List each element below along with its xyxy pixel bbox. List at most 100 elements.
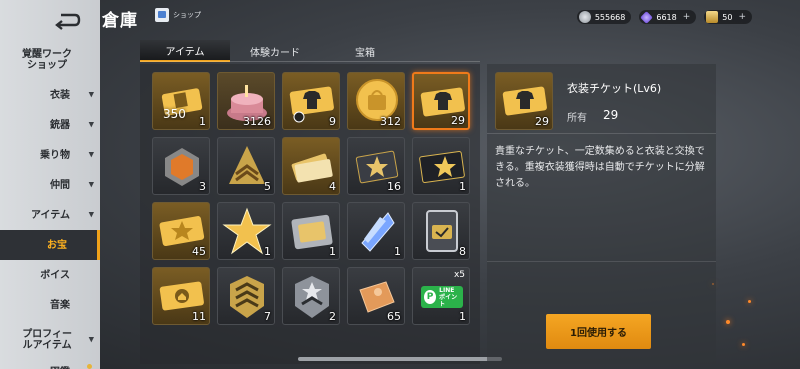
sidebar-item-label: ボイス — [40, 269, 70, 281]
sidebar-item-label: プロフィー ルアイテム — [22, 329, 72, 351]
inventory-item[interactable]: 1 — [347, 202, 405, 260]
sidebar-item-items[interactable]: アイテム ▼ — [0, 200, 100, 230]
inventory-item[interactable]: 5 — [217, 137, 275, 195]
shop-link[interactable]: ショップ — [155, 8, 201, 22]
sidebar-item-label: 音楽 — [50, 299, 70, 311]
inventory-item[interactable]: 1 — [412, 137, 470, 195]
shop-icon — [155, 8, 169, 22]
inventory-item[interactable]: 1 — [217, 202, 275, 260]
ticket-icon — [706, 11, 719, 23]
inventory-item-selected[interactable]: 29 — [412, 72, 470, 130]
currency-silver: 555668 — [576, 10, 632, 24]
add-ticket-icon[interactable]: + — [738, 12, 746, 22]
ember-particle — [726, 320, 730, 324]
silver-coin-icon — [578, 11, 591, 23]
tab-bar: アイテム 体験カード 宝箱 — [140, 40, 410, 62]
sidebar-item-awakening-shop[interactable]: 覚醒ワーク ショップ — [0, 40, 100, 80]
item-count: 29 — [535, 115, 549, 128]
add-gem-icon[interactable]: + — [683, 12, 691, 22]
inventory-item[interactable]: 350 1 — [152, 72, 210, 130]
item-count: 2 — [329, 310, 336, 323]
item-count: 11 — [192, 310, 206, 323]
currency-gem: 6618 + — [639, 10, 697, 24]
sidebar-item-music[interactable]: 音楽 — [0, 290, 100, 320]
currency-value: 6618 — [656, 12, 677, 22]
tab-treasure-box[interactable]: 宝箱 — [320, 40, 410, 62]
item-count: 8 — [459, 245, 466, 258]
item-count: 4 — [329, 180, 336, 193]
sidebar-item-label: 乗り物 — [40, 149, 70, 161]
item-count: 3126 — [243, 115, 271, 128]
item-description: 貴重なチケット、一定数集めると衣装と交換できる。重複衣装獲得時は自動でチケットに… — [495, 146, 705, 189]
item-count: 1 — [459, 180, 466, 193]
inventory-item[interactable]: 7 — [217, 267, 275, 325]
detail-thumbnail: 29 — [495, 72, 553, 130]
inventory-item[interactable]: 8 — [412, 202, 470, 260]
inventory-item[interactable]: 312 — [347, 72, 405, 130]
sidebar-item-guns[interactable]: 銃器 ▼ — [0, 110, 100, 140]
inventory-item[interactable]: 16 — [347, 137, 405, 195]
sidebar-item-treasure[interactable]: お宝 — [0, 230, 100, 260]
chevron-down-icon: ▼ — [88, 335, 94, 344]
inventory-item[interactable]: 65 — [347, 267, 405, 325]
item-count: 9 — [329, 115, 336, 128]
gem-icon — [640, 10, 654, 24]
description-divider — [487, 261, 716, 262]
item-name: 衣装チケット(Lv6) — [567, 82, 662, 95]
sidebar-item-costume[interactable]: 衣装 ▼ — [0, 80, 100, 110]
sidebar-list: 覚醒ワーク ショップ 衣装 ▼ 銃器 ▼ 乗り物 ▼ 仲間 ▼ アイテム ▼ お宝… — [0, 40, 100, 369]
tab-items[interactable]: アイテム — [140, 40, 230, 62]
sidebar-item-label: 仲間 — [50, 179, 70, 191]
item-count: 1 — [199, 115, 206, 128]
inventory-item[interactable]: 3 — [152, 137, 210, 195]
sidebar-item-label: アイテム — [31, 209, 70, 221]
currency-bar: 555668 6618 + 50 + — [576, 10, 752, 24]
item-count: 45 — [192, 245, 206, 258]
item-count: 1 — [459, 310, 466, 323]
inventory-item[interactable]: 45 — [152, 202, 210, 260]
inventory-item[interactable]: 1 — [282, 202, 340, 260]
inventory-item[interactable]: 11 — [152, 267, 210, 325]
page-title: 倉庫 — [102, 11, 138, 31]
back-button[interactable] — [52, 10, 82, 32]
sidebar-item-profile-items[interactable]: プロフィー ルアイテム ▼ — [0, 320, 100, 360]
multiplier-badge: x5 — [453, 270, 465, 280]
inventory-item[interactable]: 3126 — [217, 72, 275, 130]
inventory-item[interactable]: 4 — [282, 137, 340, 195]
currency-ticket: 50 + — [704, 10, 752, 24]
tab-divider — [140, 61, 480, 62]
item-detail-panel: 29 衣装チケット(Lv6) 所有 29 貴重なチケット、一定数集めると衣装と交… — [487, 64, 716, 364]
shop-label: ショップ — [173, 11, 201, 19]
chevron-down-icon: ▼ — [88, 150, 94, 159]
ember-particle — [748, 300, 751, 303]
inventory-item[interactable]: x5 P LINE ポイント 1 — [412, 267, 470, 325]
item-count: 65 — [387, 310, 401, 323]
chevron-down-icon: ▼ — [88, 120, 94, 129]
sidebar-item-label: お宝 — [47, 239, 67, 251]
item-count: 7 — [264, 310, 271, 323]
sidebar-item-voice[interactable]: ボイス — [0, 260, 100, 290]
ember-particle — [742, 343, 745, 346]
chevron-down-icon: ▼ — [88, 210, 94, 219]
inventory-grid: 350 1 3126 9 312 29 3 5 4 16 1 45 1 1 1 … — [140, 64, 480, 364]
item-count: 16 — [387, 180, 401, 193]
line-points-icon: P LINE ポイント — [421, 286, 463, 308]
item-count: 312 — [380, 115, 401, 128]
inventory-item[interactable]: 9 — [282, 72, 340, 130]
use-once-button[interactable]: 1回使用する — [546, 314, 651, 349]
item-count: 5 — [264, 180, 271, 193]
sidebar-item-encyclopedia[interactable]: 図鑑 — [0, 360, 100, 369]
inventory-item[interactable]: 2 — [282, 267, 340, 325]
item-count: 1 — [394, 245, 401, 258]
grid-scrollbar[interactable] — [298, 357, 502, 361]
chevron-down-icon: ▼ — [88, 90, 94, 99]
sidebar-item-label: 銃器 — [50, 119, 70, 131]
sidebar-item-vehicles[interactable]: 乗り物 ▼ — [0, 140, 100, 170]
sidebar: 覚醒ワーク ショップ 衣装 ▼ 銃器 ▼ 乗り物 ▼ 仲間 ▼ アイテム ▼ お宝… — [0, 0, 100, 369]
currency-value: 555668 — [594, 12, 626, 22]
currency-value: 50 — [722, 12, 733, 22]
item-count: 29 — [451, 114, 465, 127]
sidebar-item-companions[interactable]: 仲間 ▼ — [0, 170, 100, 200]
tab-trial-cards[interactable]: 体験カード — [230, 40, 320, 62]
chevron-down-icon: ▼ — [88, 180, 94, 189]
